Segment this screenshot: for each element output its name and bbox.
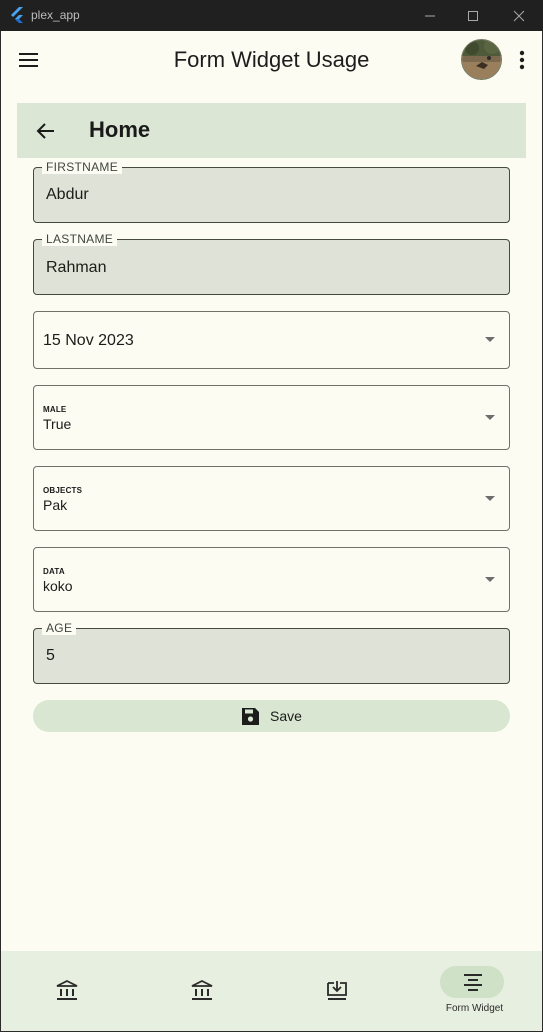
- align-center-icon: [464, 974, 482, 991]
- arrow-back-icon[interactable]: [35, 120, 57, 142]
- firstname-label: FIRSTNAME: [42, 160, 123, 174]
- age-field[interactable]: AGE 5: [33, 621, 510, 684]
- age-label: AGE: [42, 621, 77, 635]
- lastname-label: LASTNAME: [42, 232, 118, 246]
- save-button-label: Save: [270, 708, 302, 724]
- more-vert-icon[interactable]: [512, 48, 532, 72]
- chevron-down-icon: [485, 337, 495, 342]
- date-value: 15 Nov 2023: [43, 332, 134, 349]
- firstname-value: Abdur: [46, 186, 89, 203]
- page-title: Home: [89, 117, 151, 142]
- chevron-down-icon: [485, 414, 495, 420]
- male-dropdown[interactable]: MALE True: [33, 385, 510, 450]
- male-value: True: [43, 416, 72, 432]
- bank-icon: [191, 979, 213, 1000]
- chevron-down-icon: [485, 576, 495, 582]
- download-to-screen-icon: [327, 981, 347, 1000]
- minimize-button[interactable]: [407, 0, 453, 31]
- bank-icon: [56, 979, 78, 1000]
- close-window-button[interactable]: [496, 0, 542, 31]
- flutter-logo-icon: [11, 7, 23, 23]
- avatar-image: [462, 40, 501, 79]
- close-icon: [513, 10, 525, 21]
- data-dropdown[interactable]: DATA koko: [33, 547, 510, 612]
- app-window: Form Widget Usage Home FIRSTNAME Abdur L…: [1, 31, 542, 1031]
- nav-item-form-widget[interactable]: Form Widget: [407, 951, 542, 1031]
- app-bar: Form Widget Usage: [1, 31, 542, 89]
- window-titlebar: plex_app: [0, 0, 543, 31]
- maximize-button[interactable]: [450, 0, 496, 31]
- data-value: koko: [43, 578, 73, 594]
- chevron-down-icon: [485, 495, 495, 501]
- maximize-icon: [468, 10, 478, 21]
- page-header: Home: [17, 103, 526, 158]
- save-icon: [242, 707, 260, 725]
- save-button[interactable]: Save: [33, 700, 510, 732]
- nav-label-form-widget: Form Widget: [445, 1003, 504, 1014]
- nav-item-download[interactable]: [271, 951, 406, 1031]
- minimize-icon: [425, 15, 435, 16]
- bottom-navigation-bar: Form Widget: [1, 951, 542, 1031]
- lastname-value: Rahman: [46, 259, 107, 276]
- objects-value: Pak: [43, 497, 68, 513]
- age-value: 5: [46, 647, 55, 664]
- male-label: MALE: [43, 405, 67, 414]
- nav-item-bank-2[interactable]: [136, 951, 271, 1031]
- window-title: plex_app: [31, 8, 80, 22]
- objects-dropdown[interactable]: OBJECTS Pak: [33, 466, 510, 531]
- lastname-field[interactable]: LASTNAME Rahman: [33, 232, 510, 295]
- objects-label: OBJECTS: [43, 486, 83, 495]
- nav-item-bank-1[interactable]: [1, 951, 136, 1031]
- date-dropdown[interactable]: 15 Nov 2023: [33, 311, 510, 369]
- data-label: DATA: [43, 567, 65, 576]
- avatar[interactable]: [461, 39, 502, 80]
- firstname-field[interactable]: FIRSTNAME Abdur: [33, 160, 510, 223]
